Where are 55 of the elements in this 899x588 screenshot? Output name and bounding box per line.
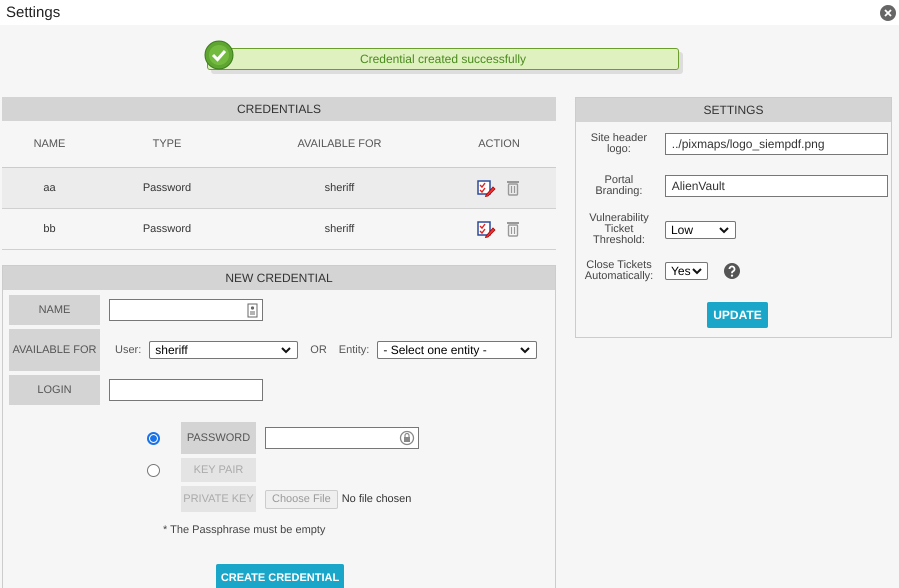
field-label: PRIVATE KEY <box>181 486 256 512</box>
table-cell: Password <box>142 223 192 235</box>
text-field[interactable]: ../pixmaps/logo_siempdf.png <box>664 133 888 155</box>
edit-icon[interactable] <box>477 220 496 238</box>
table-cell: aa <box>43 182 56 194</box>
caret-icon <box>718 226 730 234</box>
file-status: No file chosen <box>342 493 412 505</box>
caret-icon <box>280 346 292 354</box>
help-icon[interactable] <box>724 263 740 279</box>
password-field[interactable] <box>265 427 419 449</box>
name-field[interactable] <box>109 299 263 321</box>
field-label: AVAILABLE FOR <box>9 329 100 371</box>
column-header: AVAILABLE FOR <box>298 138 382 150</box>
text-field[interactable]: AlienVault <box>664 175 888 197</box>
option-label: KEY PAIR <box>181 458 256 482</box>
field-label: Close Tickets Automatically: <box>584 260 654 282</box>
section-header: NEW CREDENTIAL <box>3 266 555 290</box>
dropdown[interactable]: Yes <box>665 262 708 280</box>
login-field[interactable] <box>109 379 263 401</box>
column-header: NAME <box>34 138 66 150</box>
dropdown[interactable]: Low <box>665 220 736 238</box>
note-text: * The Passphrase must be empty <box>163 524 326 536</box>
table-cell: sheriff <box>324 182 354 194</box>
field-label: Site header logo: <box>590 133 648 155</box>
or-label: OR <box>310 344 327 356</box>
field-label: Portal Branding: <box>594 175 644 197</box>
table-row[interactable]: aa Password sheriff <box>2 168 556 209</box>
column-header: ACTION <box>478 138 520 150</box>
entity-select[interactable]: - Select one entity - <box>377 341 538 359</box>
caret-icon <box>690 267 703 275</box>
table-cell: sheriff <box>324 223 354 235</box>
section-header: CREDENTIALS <box>2 97 556 121</box>
window-title: Settings <box>6 4 60 21</box>
user-select[interactable]: sheriff <box>149 341 298 359</box>
caret-icon <box>519 346 532 354</box>
table-cell: Password <box>142 182 192 194</box>
field-label: NAME <box>9 295 100 325</box>
table-cell: bb <box>43 223 56 235</box>
section-header: SETTINGS <box>576 98 891 122</box>
field-label: LOGIN <box>9 375 100 405</box>
column-header: TYPE <box>152 138 182 150</box>
trash-icon[interactable] <box>505 179 521 196</box>
table-row[interactable]: bb Password sheriff <box>2 209 556 250</box>
close-icon[interactable] <box>880 4 896 20</box>
field-label: Vulnerability Ticket Threshold: <box>588 213 650 246</box>
edit-icon[interactable] <box>477 179 496 197</box>
lock-icon <box>399 430 415 446</box>
field-label: Entity: <box>338 344 370 356</box>
check-icon <box>204 40 234 70</box>
trash-icon[interactable] <box>505 220 521 237</box>
field-label: User: <box>115 344 142 356</box>
radio-button[interactable] <box>146 464 160 476</box>
radio-button[interactable] <box>146 432 160 444</box>
option-label: PASSWORD <box>181 422 256 454</box>
contact-card-icon <box>247 302 258 318</box>
